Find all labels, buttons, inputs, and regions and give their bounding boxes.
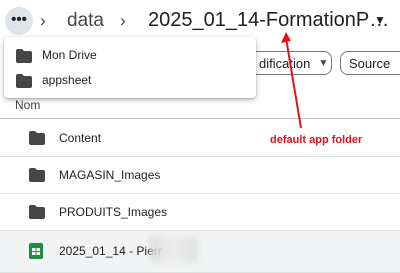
source-filter-label: Source: [349, 55, 391, 71]
more-options-button[interactable]: •••: [5, 7, 33, 35]
folder-icon: [16, 74, 32, 88]
google-sheets-icon: [29, 243, 43, 259]
menu-item-label: Mon Drive: [42, 48, 97, 62]
breadcrumb-current-folder[interactable]: 2025_01_14-FormationP…: [148, 9, 389, 32]
list-item[interactable]: MAGASIN_Images: [0, 157, 400, 194]
annotation-text: default app folder: [270, 134, 363, 146]
modified-filter-label: dification: [259, 55, 311, 71]
redacted-blur: [150, 236, 198, 262]
breadcrumb-overflow-menu: Mon Drive appsheet: [4, 37, 256, 98]
source-filter-chip[interactable]: Source ▼: [340, 51, 400, 75]
menu-item-label: appsheet: [42, 73, 92, 87]
list-item-label: Content: [59, 131, 102, 145]
folder-icon: [16, 49, 32, 63]
more-horiz-icon: •••: [11, 10, 27, 28]
menu-item-mon-drive[interactable]: Mon Drive: [4, 43, 256, 69]
list-item[interactable]: 2025_01_14 - Pierr: [0, 231, 400, 273]
divider: [0, 118, 400, 119]
list-item-label: PRODUITS_Images: [59, 205, 168, 219]
folder-icon: [29, 131, 45, 145]
folder-icon: [29, 205, 45, 219]
list-item-label: MAGASIN_Images: [59, 168, 161, 182]
caret-down-icon: ▼: [318, 57, 329, 69]
column-header-name[interactable]: Nom: [15, 98, 40, 112]
folder-icon: [29, 168, 45, 182]
menu-item-appsheet[interactable]: appsheet: [4, 68, 256, 94]
list-item[interactable]: PRODUITS_Images: [0, 194, 400, 231]
breadcrumb-item-data[interactable]: data: [67, 10, 104, 32]
caret-down-icon[interactable]: ▼: [374, 13, 386, 27]
list-item-label: 2025_01_14 - Pierr: [59, 244, 162, 258]
chevron-right-icon: ›: [120, 11, 126, 30]
chevron-right-icon: ›: [40, 11, 46, 30]
